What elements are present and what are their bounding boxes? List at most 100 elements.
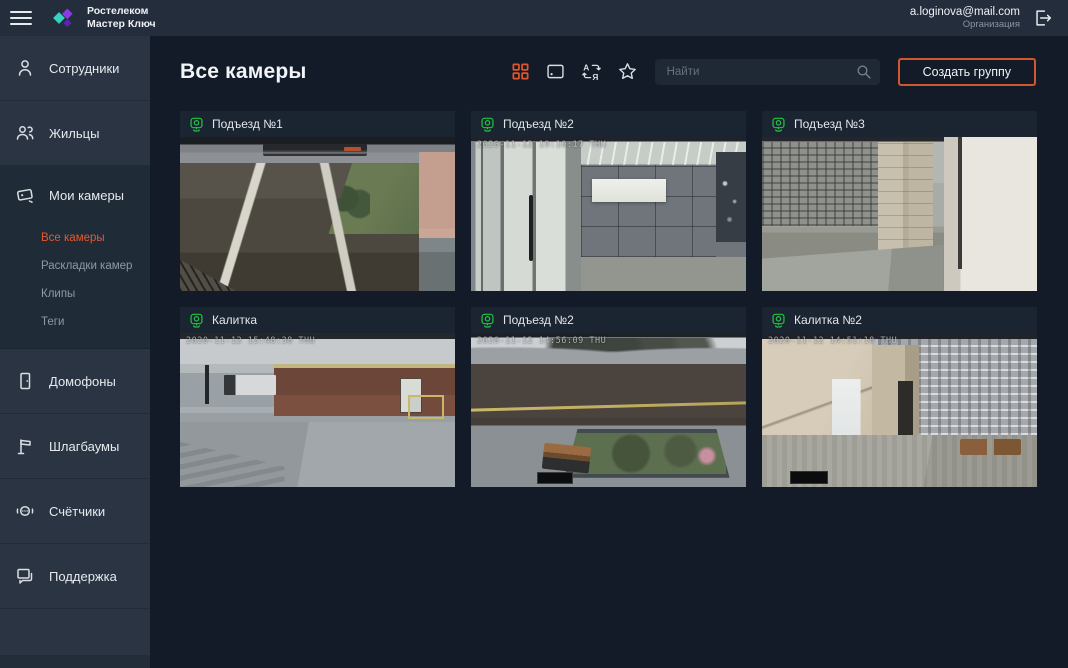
camera-name: Подъезд №3 — [794, 117, 865, 131]
create-group-button[interactable]: Создать группу — [898, 58, 1036, 86]
sidebar-section-my-cameras: Мои камеры Все камеры Раскладки камер Кл… — [0, 166, 150, 349]
camera-card-header: Подъезд №1 — [180, 111, 455, 137]
camera-thumbnail[interactable]: 2020-11-12 14:56:09 THU — [471, 333, 746, 487]
camera-card-header: Подъезд №2 — [471, 307, 746, 333]
camera-card[interactable]: Калитка 2020-11-12 15:48:38 THU — [180, 307, 455, 487]
thumb-layer — [592, 179, 666, 202]
residents-icon — [14, 122, 36, 144]
brand-logo[interactable]: Ростелеком Мастер Ключ — [49, 3, 156, 33]
user-organization: Организация — [910, 19, 1020, 30]
user-email: a.loginova@mail.com — [910, 6, 1020, 18]
search-input[interactable] — [655, 59, 880, 85]
brand-name: Ростелеком Мастер Ключ — [87, 5, 156, 31]
thumb-layer — [878, 142, 933, 253]
favorites-button[interactable] — [617, 61, 638, 82]
camera-card[interactable]: Подъезд №2 2020-11-12 14:56:09 THU — [471, 307, 746, 487]
thumb-layer — [762, 245, 944, 291]
sort-az-icon: A Я — [581, 61, 602, 82]
camera-card-header: Калитка — [180, 307, 455, 333]
camera-thumbnail[interactable]: 2020-11-12 14:51:18 THU — [762, 333, 1037, 487]
main-header: Все камеры A Я — [150, 36, 1068, 86]
sidebar-subitem-camera-layouts[interactable]: Раскладки камер — [0, 252, 150, 280]
camera-card[interactable]: Калитка №2 2020-11-12 14:51:18 THU — [762, 307, 1037, 487]
logout-icon — [1032, 7, 1054, 29]
sidebar-item-barriers[interactable]: Шлагбаумы — [0, 414, 150, 479]
camera-timestamp-overlay: 2020-11-12 19:10:17 THU — [477, 140, 606, 150]
thumb-layer — [263, 144, 368, 156]
camera-name: Подъезд №2 — [503, 313, 574, 327]
sidebar-item-label: Шлагбаумы — [49, 439, 119, 454]
sidebar-item-label: Поддержка — [49, 569, 117, 584]
thumb-layer — [224, 375, 276, 395]
search-icon — [855, 63, 873, 81]
topbar: Ростелеком Мастер Ключ a.loginova@mail.c… — [0, 0, 1068, 36]
svg-text:A: A — [583, 63, 589, 73]
camera-thumbnail[interactable]: 2020-11-12 19:10:17 THU — [471, 137, 746, 291]
sidebar-item-label: Счётчики — [49, 504, 105, 519]
sidebar-filler — [0, 609, 150, 668]
sidebar-item-intercoms[interactable]: Домофоны — [0, 349, 150, 414]
grid-view-icon — [511, 62, 530, 81]
sidebar-subitem-clips[interactable]: Клипы — [0, 280, 150, 308]
camera-thumbnail[interactable] — [180, 137, 455, 291]
camera-card[interactable]: Подъезд №2 2020-11-12 19:10:17 THU — [471, 111, 746, 291]
thumb-layer — [471, 402, 746, 412]
camera-timestamp-overlay: 2020-11-12 15:48:38 THU — [186, 336, 315, 346]
support-icon — [14, 565, 36, 587]
camera-online-icon — [189, 117, 204, 132]
sidebar: Сотрудники Жильцы Мои камеры Все камеры … — [0, 36, 150, 668]
logout-button[interactable] — [1032, 7, 1054, 29]
camera-icon — [14, 184, 36, 206]
camera-name: Калитка №2 — [794, 313, 862, 327]
barrier-icon — [14, 435, 36, 457]
camera-online-icon — [771, 313, 786, 328]
layout-view-icon — [545, 61, 566, 82]
sidebar-item-residents[interactable]: Жильцы — [0, 101, 150, 166]
camera-card[interactable]: Подъезд №1 — [180, 111, 455, 291]
hamburger-menu-icon[interactable] — [10, 10, 32, 26]
svg-text:Я: Я — [592, 72, 598, 82]
sidebar-item-my-cameras[interactable]: Мои камеры — [0, 166, 150, 224]
sidebar-item-label: Домофоны — [49, 374, 116, 389]
camera-online-icon — [189, 313, 204, 328]
sidebar-subitem-all-cameras[interactable]: Все камеры — [0, 224, 150, 252]
sidebar-item-employees[interactable]: Сотрудники — [0, 36, 150, 101]
page-title: Все камеры — [180, 60, 307, 84]
sidebar-item-label: Жильцы — [49, 126, 99, 141]
thumb-layer — [762, 142, 878, 227]
thumb-layer — [180, 422, 455, 487]
camera-card-header: Подъезд №2 — [471, 111, 746, 137]
grid-view-button[interactable] — [511, 62, 530, 81]
sidebar-item-meters[interactable]: Счётчики — [0, 479, 150, 544]
camera-name: Подъезд №2 — [503, 117, 574, 131]
thumb-layer — [762, 435, 1037, 487]
sort-button[interactable]: A Я — [581, 61, 602, 82]
sidebar-item-label: Мои камеры — [49, 188, 124, 203]
camera-grid: Подъезд №1 Подъезд №2 2020-11-12 19:10:1… — [180, 111, 1068, 487]
meter-icon — [14, 500, 36, 522]
camera-online-icon — [771, 117, 786, 132]
thumb-layer — [471, 142, 581, 291]
sidebar-item-label: Сотрудники — [49, 61, 119, 76]
sidebar-item-support[interactable]: Поддержка — [0, 544, 150, 609]
rostelecom-logo-icon — [49, 3, 79, 33]
main-content: Все камеры A Я — [150, 36, 1068, 668]
camera-timestamp-overlay: 2020-11-12 14:56:09 THU — [477, 336, 606, 346]
sidebar-subitem-tags[interactable]: Теги — [0, 308, 150, 336]
thumb-layer — [716, 152, 746, 241]
intercom-icon — [14, 370, 36, 392]
search-box — [655, 59, 880, 85]
star-icon — [617, 61, 638, 82]
camera-online-icon — [480, 313, 495, 328]
camera-thumbnail[interactable] — [762, 137, 1037, 291]
view-toolbar: A Я — [511, 61, 638, 82]
layout-view-button[interactable] — [545, 61, 566, 82]
user-account[interactable]: a.loginova@mail.com Организация — [910, 6, 1020, 30]
camera-card-header: Подъезд №3 — [762, 111, 1037, 137]
camera-timestamp-overlay: 2020-11-12 14:51:18 THU — [768, 336, 897, 346]
employee-icon — [14, 57, 36, 79]
camera-thumbnail[interactable]: 2020-11-12 15:48:38 THU — [180, 333, 455, 487]
camera-card[interactable]: Подъезд №3 — [762, 111, 1037, 291]
thumb-layer — [944, 137, 1038, 291]
thumb-layer — [408, 395, 444, 420]
